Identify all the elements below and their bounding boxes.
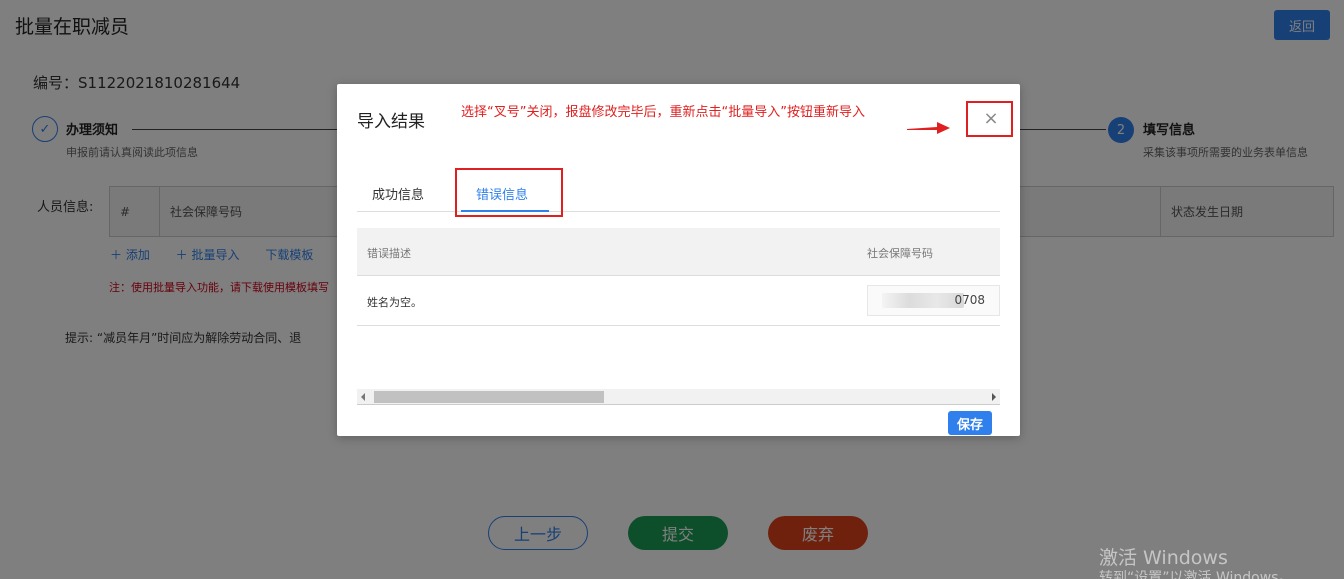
column-header-error-desc: 错误描述 <box>367 247 411 260</box>
arrow-right-icon <box>907 122 950 134</box>
scrollbar-thumb[interactable] <box>374 391 604 403</box>
scroll-left-icon[interactable] <box>361 393 365 401</box>
activation-watermark: 激活 Windows <box>1099 547 1228 569</box>
result-tabs: 成功信息 错误信息 <box>357 174 1000 212</box>
ssn-value: 0708 <box>954 293 985 307</box>
horizontal-scrollbar[interactable] <box>357 389 1000 405</box>
table-row: 姓名为空。 0708 <box>357 276 1000 326</box>
grid-header: 错误描述 社会保障号码 <box>357 228 1000 276</box>
instruction-annotation: 选择“叉号”关闭，报盘修改完毕后，重新点击“批量导入”按钮重新导入 <box>461 105 865 120</box>
error-description-cell: 姓名为空。 <box>367 296 422 309</box>
dialog-title: 导入结果 <box>357 112 425 132</box>
ssn-cell[interactable]: 0708 <box>867 285 1000 316</box>
activation-watermark-sub: 转到“设置”以激活 Windows。 <box>1099 570 1293 579</box>
import-result-dialog: 导入结果 选择“叉号”关闭，报盘修改完毕后，重新点击“批量导入”按钮重新导入 ×… <box>337 84 1020 436</box>
tab-highlight-box <box>455 168 563 217</box>
save-button[interactable]: 保存 <box>948 411 992 435</box>
error-grid: 错误描述 社会保障号码 姓名为空。 0708 <box>357 228 1000 326</box>
tab-success-info[interactable]: 成功信息 <box>372 184 424 203</box>
redacted-blur <box>882 293 964 308</box>
scroll-right-icon[interactable] <box>992 393 996 401</box>
column-header-ssn: 社会保障号码 <box>867 247 933 260</box>
close-icon[interactable]: × <box>983 108 999 129</box>
